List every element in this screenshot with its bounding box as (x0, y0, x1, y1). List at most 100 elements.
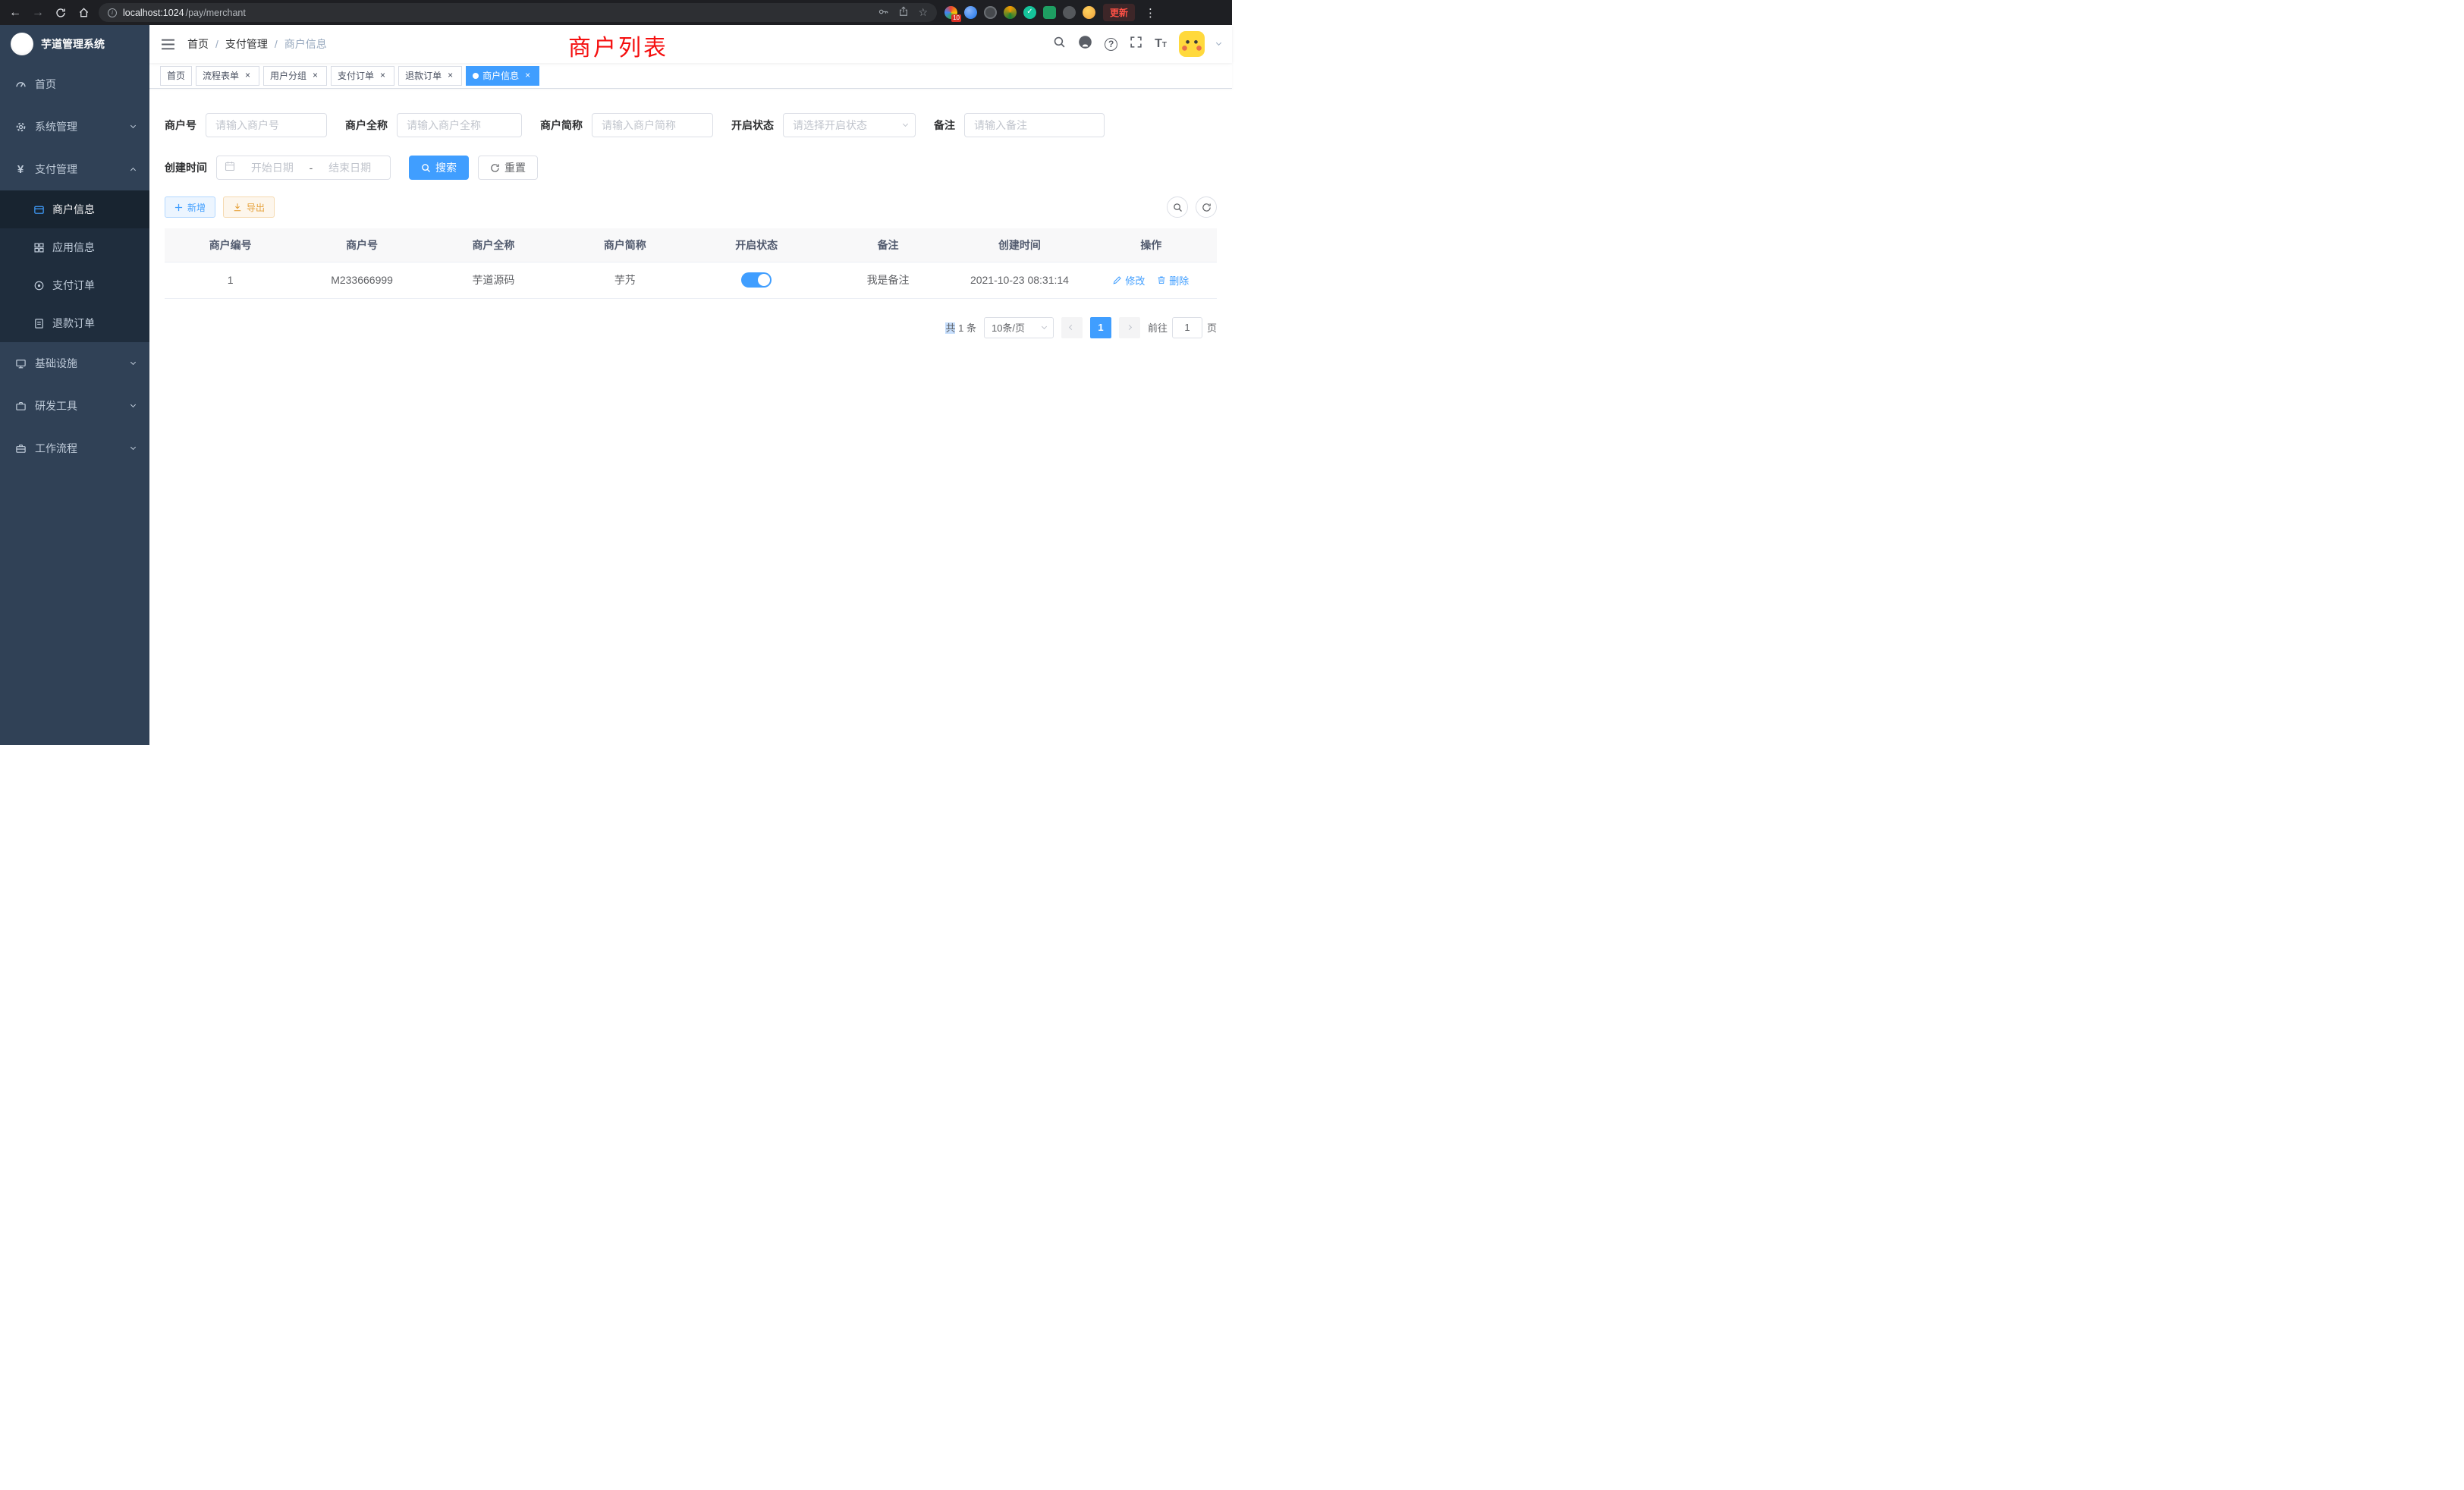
dashboard-icon (14, 79, 27, 90)
status-label: 开启状态 (731, 118, 774, 133)
toggle-search-button[interactable] (1167, 196, 1188, 218)
grid-icon (33, 242, 45, 253)
search-icon[interactable] (1053, 36, 1066, 52)
tab-merchant-info[interactable]: 商户信息 × (466, 66, 539, 86)
fullscreen-icon[interactable] (1130, 36, 1142, 52)
briefcase-icon (14, 443, 27, 454)
extension-dark-icon[interactable] (984, 6, 997, 19)
edit-link[interactable]: 修改 (1113, 273, 1145, 288)
app-title: 芋道管理系统 (41, 36, 105, 52)
status-select[interactable] (783, 113, 916, 137)
avatar-caret-icon[interactable] (1216, 40, 1221, 46)
sidebar-item-infrastructure[interactable]: 基础设施 (0, 342, 149, 385)
full-name-label: 商户全称 (345, 118, 388, 133)
total-text: 共 1 条 (945, 320, 976, 335)
navbar-actions: ? TT (1053, 31, 1221, 57)
reset-button[interactable]: 重置 (478, 156, 538, 180)
table-toolbar: 新增 导出 (165, 196, 1217, 218)
password-key-icon[interactable] (878, 6, 889, 20)
breadcrumb-separator: / (215, 38, 218, 50)
remark-input[interactable] (964, 113, 1105, 137)
browser-home-icon[interactable] (76, 7, 91, 18)
short-name-input[interactable] (592, 113, 713, 137)
reset-button-label: 重置 (504, 160, 526, 175)
address-bar[interactable]: i localhost:1024/pay/merchant ☆ (99, 3, 937, 22)
sidebar-item-pay-orders[interactable]: 支付订单 (0, 266, 149, 304)
col-header: 商户全称 (428, 228, 559, 262)
extension-green-square-icon[interactable] (1043, 6, 1056, 19)
tab-refund-orders[interactable]: 退款订单 × (398, 66, 462, 86)
status-toggle[interactable] (741, 272, 772, 288)
close-icon[interactable]: × (310, 71, 320, 80)
chevron-down-icon (130, 360, 136, 365)
end-date-placeholder: 结束日期 (317, 160, 382, 175)
cell-remark: 我是备注 (822, 262, 954, 298)
close-icon[interactable]: × (445, 71, 455, 80)
chevron-down-icon (130, 123, 136, 128)
sidebar-item-label: 研发工具 (35, 398, 123, 413)
help-icon[interactable]: ? (1105, 38, 1117, 51)
close-icon[interactable]: × (523, 71, 533, 80)
browser-reload-icon[interactable] (53, 8, 68, 18)
site-info-icon[interactable]: i (108, 8, 117, 17)
close-icon[interactable]: × (243, 71, 253, 80)
refund-doc-icon (33, 318, 45, 329)
breadcrumb-home[interactable]: 首页 (187, 36, 209, 52)
search-button[interactable]: 搜索 (409, 156, 469, 180)
sidebar-item-workflow[interactable]: 工作流程 (0, 427, 149, 470)
sidebar-item-payment[interactable]: ¥ 支付管理 (0, 148, 149, 190)
tab-user-group[interactable]: 用户分组 × (263, 66, 327, 86)
extension-green-check-icon[interactable]: ✓ (1023, 6, 1036, 19)
page-number-button[interactable]: 1 (1090, 317, 1111, 338)
url-host: localhost:1024 (123, 8, 184, 18)
extension-blue-icon[interactable] (964, 6, 977, 19)
page-size-select[interactable]: 10条/页 (984, 317, 1054, 338)
extension-colorful-icon[interactable]: 10 (944, 6, 957, 19)
tab-pay-orders[interactable]: 支付订单 × (331, 66, 394, 86)
chevron-right-icon (1127, 325, 1132, 330)
sidebar-item-home[interactable]: 首页 (0, 63, 149, 105)
delete-link[interactable]: 删除 (1157, 273, 1189, 288)
refresh-button[interactable] (1196, 196, 1217, 218)
page-size-value: 10条/页 (992, 320, 1025, 335)
create-time-range-picker[interactable]: 开始日期 - 结束日期 (216, 156, 391, 180)
next-page-button[interactable] (1119, 317, 1140, 338)
browser-update-button[interactable]: 更新 (1103, 4, 1135, 21)
browser-back-icon[interactable]: ← (8, 7, 23, 19)
export-button[interactable]: 导出 (223, 196, 275, 218)
logo[interactable]: 芋道管理系统 (0, 25, 149, 63)
create-time-label: 创建时间 (165, 160, 207, 175)
merchant-no-input[interactable] (206, 113, 327, 137)
full-name-input[interactable] (397, 113, 522, 137)
profile-avatar-icon[interactable] (1083, 6, 1095, 19)
page-unit-label: 页 (1207, 320, 1217, 335)
sidebar-fold-icon[interactable] (161, 38, 175, 51)
github-icon[interactable] (1078, 35, 1092, 53)
extensions-puzzle-icon[interactable] (1063, 6, 1076, 19)
tag-tabs: 首页 流程表单 × 用户分组 × 支付订单 × 退款订单 × (149, 63, 1232, 89)
share-icon[interactable] (898, 6, 909, 19)
sidebar-item-merchant-info[interactable]: 商户信息 (0, 190, 149, 228)
prev-page-button[interactable] (1061, 317, 1083, 338)
bookmark-star-icon[interactable]: ☆ (918, 6, 928, 19)
sidebar-item-app-info[interactable]: 应用信息 (0, 228, 149, 266)
sidebar-item-refund-orders[interactable]: 退款订单 (0, 304, 149, 342)
sidebar-item-label: 系统管理 (35, 119, 123, 134)
add-button[interactable]: 新增 (165, 196, 215, 218)
tab-process-form[interactable]: 流程表单 × (196, 66, 259, 86)
close-icon[interactable]: × (378, 71, 388, 80)
sidebar-item-dev-tools[interactable]: 研发工具 (0, 385, 149, 427)
browser-forward-icon[interactable]: → (30, 7, 46, 19)
table-header-row: 商户编号 商户号 商户全称 商户简称 开启状态 备注 创建时间 操作 (165, 228, 1217, 262)
font-size-icon[interactable]: TT (1155, 37, 1167, 51)
sidebar-item-system[interactable]: 系统管理 (0, 105, 149, 148)
yen-icon: ¥ (14, 163, 27, 176)
export-button-label: 导出 (247, 201, 265, 214)
user-avatar[interactable] (1179, 31, 1205, 57)
breadcrumb-payment[interactable]: 支付管理 (225, 36, 268, 52)
browser-menu-icon[interactable]: ⋮ (1142, 6, 1158, 20)
extension-avatar-icon[interactable] (1004, 6, 1017, 19)
tab-home[interactable]: 首页 (160, 66, 192, 86)
goto-page-input[interactable] (1172, 317, 1202, 338)
tab-label: 商户信息 (482, 69, 519, 82)
